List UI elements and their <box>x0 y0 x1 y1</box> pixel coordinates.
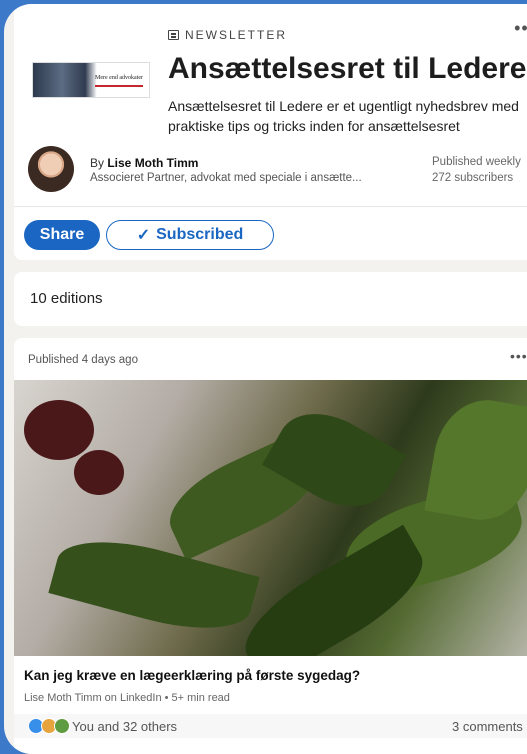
subscribed-label: Subscribed <box>156 226 244 243</box>
more-options-icon[interactable]: ••• <box>514 18 527 39</box>
check-icon: ✓ <box>136 227 151 244</box>
subscriber-count[interactable]: 272 subscribers <box>432 172 513 184</box>
author-role: Associeret Partner, advokat med speciale… <box>90 172 362 184</box>
author-prefix: By <box>90 156 108 170</box>
app-frame: ••• Mere end advokater NEWSLETTER Ansætt… <box>4 4 527 754</box>
support-icon <box>54 718 70 734</box>
leaf-shape <box>229 524 439 656</box>
newsletter-description: Ansættelsesret til Ledere er et ugentlig… <box>168 98 519 134</box>
reaction-icons[interactable] <box>28 718 70 734</box>
leaf-shape <box>424 392 527 528</box>
newsletter-logo: Mere end advokater <box>32 62 150 98</box>
author-name[interactable]: Lise Moth Timm <box>107 156 198 170</box>
subscribed-button[interactable]: ✓ Subscribed <box>106 220 274 250</box>
rose-shape <box>74 450 124 495</box>
share-button[interactable]: Share <box>24 220 100 250</box>
editions-card[interactable]: 10 editions <box>14 272 527 326</box>
author-avatar[interactable] <box>28 146 74 192</box>
publish-frequency: Published weekly <box>432 156 521 168</box>
newsletter-label: NEWSLETTER <box>185 28 288 42</box>
article-meta: Lise Moth Timm on LinkedIn • 5+ min read <box>24 692 230 704</box>
divider <box>14 206 527 207</box>
newsletter-icon <box>168 30 179 40</box>
reactions-text[interactable]: You and 32 others <box>72 719 177 734</box>
editions-label: 10 editions <box>30 290 103 307</box>
article-cover-image[interactable] <box>14 380 527 656</box>
rose-shape <box>24 400 94 460</box>
author-byline: By Lise Moth Timm <box>90 156 198 170</box>
logo-brand-text: Mere end advokater <box>95 75 143 81</box>
logo-accent-bar <box>95 85 143 87</box>
published-time: Published 4 days ago <box>28 354 138 366</box>
newsletter-header-card: ••• Mere end advokater NEWSLETTER Ansætt… <box>14 4 527 260</box>
post-card: Published 4 days ago ••• Kan jeg kræve e… <box>14 338 527 754</box>
leaf-shape <box>48 525 260 645</box>
newsletter-badge: NEWSLETTER <box>168 28 287 42</box>
newsletter-title[interactable]: Ansættelsesret til Ledere <box>168 52 526 86</box>
social-counts: You and 32 others 3 comments <box>14 714 527 738</box>
comments-count[interactable]: 3 comments <box>452 719 523 734</box>
post-more-icon[interactable]: ••• <box>510 348 527 364</box>
article-title[interactable]: Kan jeg kræve en lægeerklæring på første… <box>24 668 360 683</box>
